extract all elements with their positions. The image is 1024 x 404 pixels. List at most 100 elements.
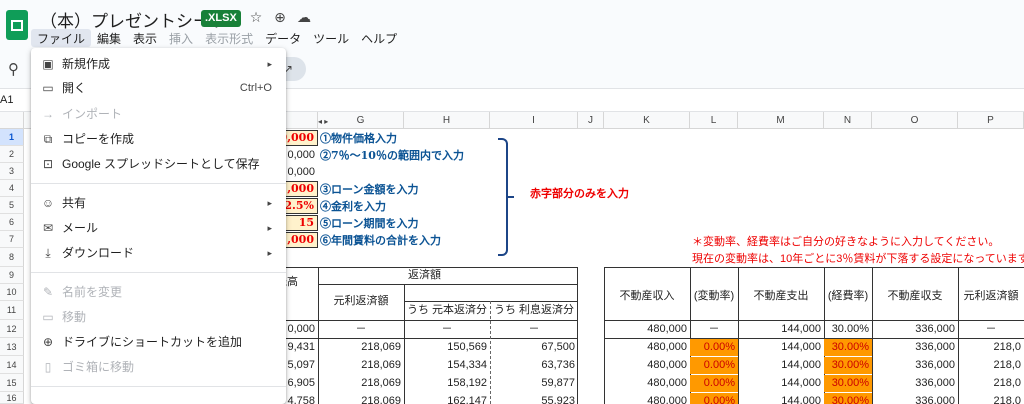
table-cell[interactable]: 144,000 [738,339,824,356]
table-cell[interactable]: 218,069 [318,339,404,356]
table-cell[interactable]: 336,000 [872,339,958,356]
table-cell[interactable]: 30.00% [824,321,872,338]
table-cell[interactable]: 59,877 [490,375,578,392]
table-cell[interactable]: 150,569 [404,339,490,356]
column-header-l[interactable]: L [690,112,738,129]
row-header[interactable]: 10 [0,284,24,301]
grid-corner[interactable] [0,112,24,129]
table-cell[interactable]: 144,000 [738,321,824,338]
table-cell[interactable]: 30.00% [824,393,872,404]
menu-item-make-copy[interactable]: ⧉ コピーを作成 [31,127,286,151]
column-header-m[interactable]: M [738,112,824,129]
table-cell[interactable]: 336,000 [872,357,958,374]
menu-item-new[interactable]: ▣ 新規作成 ▸ [31,52,286,76]
table-cell[interactable]: 480,000 [604,339,690,356]
column-header-g[interactable]: G [318,112,404,129]
table-cell[interactable]: 480,000 [604,375,690,392]
menu-view[interactable]: 表示 [127,29,163,47]
row-header[interactable]: 7 [0,231,24,248]
table-cell[interactable]: － [490,321,578,338]
menu-format[interactable]: 表示形式 [199,29,259,47]
table-cell[interactable]: 154,334 [404,357,490,374]
menu-item-open[interactable]: ▭ 開く Ctrl+O [31,76,286,100]
menu-item-add-shortcut[interactable]: ⊕ ドライブにショートカットを追加 [31,330,286,354]
column-header-n[interactable]: N [824,112,872,129]
menu-item-email[interactable]: ✉ メール ▸ [31,216,286,240]
column-header-o[interactable]: O [872,112,958,129]
table-cell[interactable]: 336,000 [872,375,958,392]
table-cell[interactable]: 0.00% [690,339,738,356]
table-cell[interactable]: 158,192 [404,375,490,392]
table-cell[interactable]: 30.00% [824,339,872,356]
row-header[interactable]: 4 [0,180,24,197]
table-cell[interactable]: － [958,321,1024,338]
menu-item-move[interactable]: ▭ 移動 [31,305,286,329]
drive-shortcut-icon: ⊕ [42,335,54,349]
row-header[interactable]: 3 [0,163,24,180]
table-cell[interactable]: 0.00% [690,375,738,392]
table-cell[interactable]: 144,000 [738,357,824,374]
table-cell[interactable]: 67,500 [490,339,578,356]
table-cell[interactable]: 218,069 [318,375,404,392]
table-cell[interactable]: 144,000 [738,393,824,404]
table-cell[interactable]: 218,0 [958,393,1024,404]
table-cell[interactable]: 218,0 [958,339,1024,356]
row-header[interactable]: 9 [0,267,24,284]
table-cell[interactable]: － [404,321,490,338]
table-cell[interactable]: 218,0 [958,375,1024,392]
table-cell[interactable]: 63,736 [490,357,578,374]
row-header[interactable]: 2 [0,146,24,163]
column-header-p[interactable]: P [958,112,1024,129]
table-cell[interactable]: 30.00% [824,375,872,392]
table-cell[interactable]: 0.00% [690,393,738,404]
table-cell[interactable]: － [690,321,738,338]
table-cell[interactable]: 218,0 [958,357,1024,374]
table-cell[interactable]: 218,069 [318,393,404,404]
hidden-columns-arrows-icon[interactable]: ◂ ▸ [318,113,328,130]
menu-help[interactable]: ヘルプ [355,29,403,47]
row-header[interactable]: 14 [0,356,24,374]
table-cell[interactable]: 30.00% [824,357,872,374]
table-cell[interactable]: － [318,321,404,338]
table-cell[interactable]: 144,000 [738,375,824,392]
column-header-j[interactable]: J [578,112,604,129]
menu-tools[interactable]: ツール [307,29,355,47]
cloud-status-icon[interactable]: ☁ [296,9,312,25]
row-header[interactable]: 15 [0,374,24,392]
table-cell[interactable]: 480,000 [604,393,690,404]
table-cell[interactable]: 162,147 [404,393,490,404]
name-box[interactable]: A1 [0,94,13,106]
column-header-h[interactable]: H [404,112,490,129]
column-header-k[interactable]: K [604,112,690,129]
table-cell[interactable]: 55,923 [490,393,578,404]
row-header[interactable]: 1 [0,129,24,146]
sheets-logo-icon[interactable] [6,10,28,40]
menu-data[interactable]: データ [259,29,307,47]
move-folder-icon[interactable]: ⊕ [272,9,288,25]
menu-insert[interactable]: 挿入 [163,29,199,47]
row-header[interactable]: 8 [0,248,24,267]
row-header[interactable]: 13 [0,338,24,356]
table-cell[interactable]: 480,000 [604,357,690,374]
row-header[interactable]: 16 [0,392,24,404]
table-cell[interactable]: 0.00% [690,357,738,374]
star-icon[interactable]: ☆ [248,9,264,25]
table-cell[interactable]: 218,069 [318,357,404,374]
column-header-i[interactable]: I [490,112,578,129]
menu-file[interactable]: ファイル [31,29,92,47]
search-menus-icon[interactable]: ⚲ [8,60,19,78]
menu-item-rename[interactable]: ✎ 名前を変更 [31,280,286,304]
menu-item-share[interactable]: ☺ 共有 ▸ [31,191,286,215]
row-header[interactable]: 11 [0,301,24,320]
row-header[interactable]: 5 [0,197,24,214]
table-cell[interactable]: 336,000 [872,393,958,404]
menu-item-save-as-sheets[interactable]: ⊡ Google スプレッドシートとして保存 [31,152,286,176]
row-header[interactable]: 6 [0,214,24,231]
row-header[interactable]: 12 [0,320,24,338]
menu-item-import[interactable]: → インポート [31,102,286,126]
table-cell[interactable]: 480,000 [604,321,690,338]
table-cell[interactable]: 336,000 [872,321,958,338]
menu-item-trash[interactable]: ▯ ゴミ箱に移動 [31,355,286,379]
menu-item-download[interactable]: ⤓ ダウンロード ▸ [31,241,286,265]
menu-edit[interactable]: 編集 [91,29,127,47]
